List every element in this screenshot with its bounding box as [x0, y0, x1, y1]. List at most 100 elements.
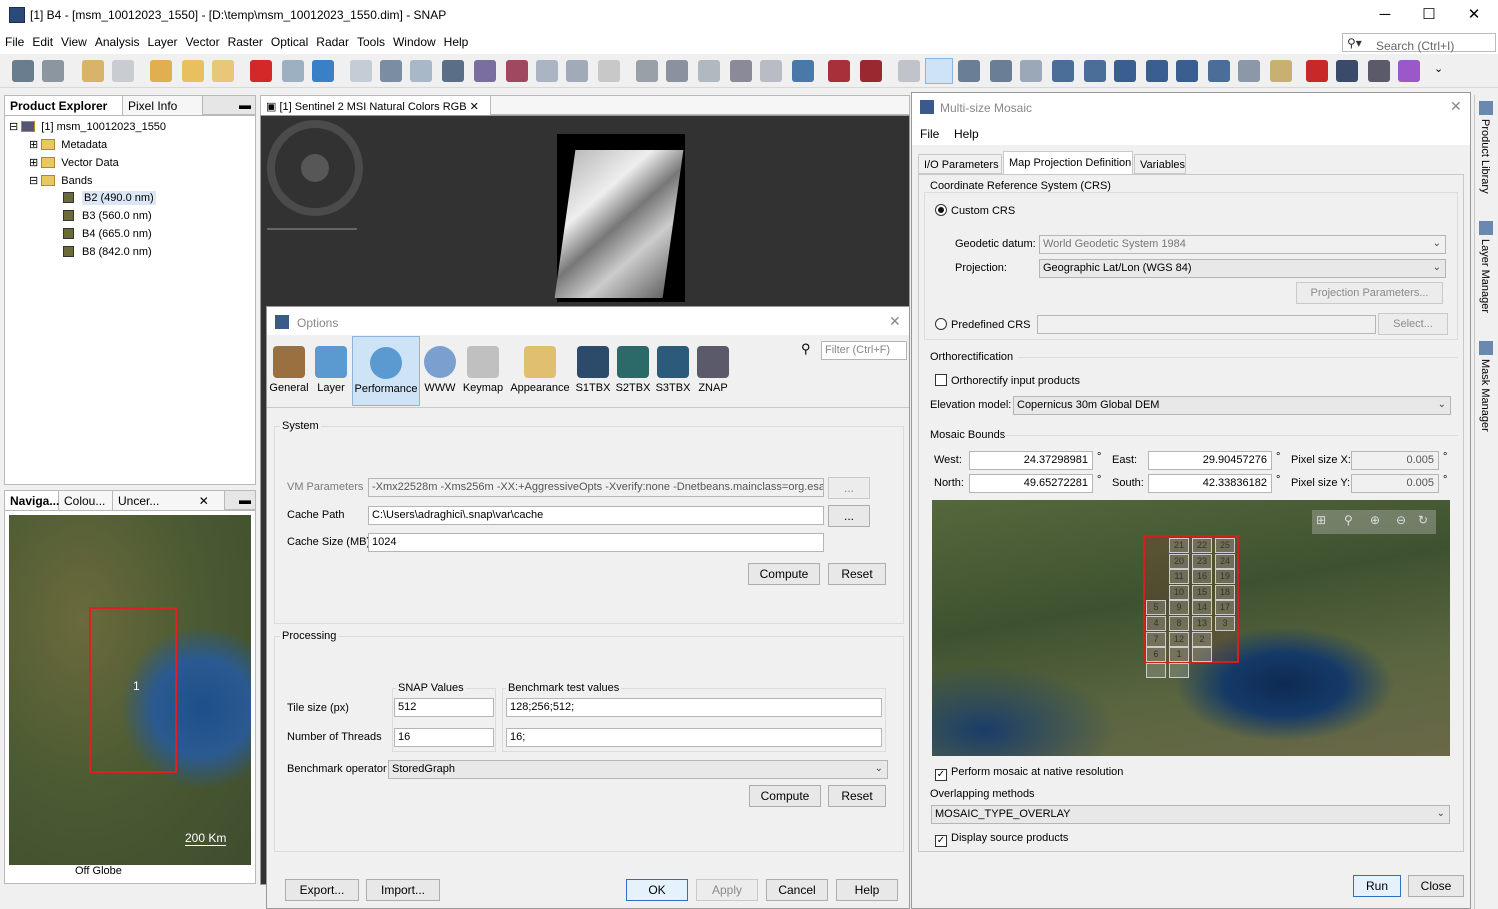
search-input[interactable]: ⚲▾ Search (Ctrl+I) [1342, 33, 1496, 53]
east-field[interactable]: 29.90457276 [1148, 451, 1272, 470]
tab-uncertainty[interactable]: Uncer... ✕ [113, 491, 225, 511]
category-s1tbx[interactable]: S1TBX [574, 336, 612, 406]
profile-icon[interactable] [536, 60, 558, 82]
tree-folder-vector-data[interactable]: ⊞ Vector Data [29, 156, 119, 169]
menu-view[interactable]: View [56, 32, 90, 49]
tile-size-field[interactable]: 512 [394, 698, 494, 717]
category-layer[interactable]: Layer [312, 336, 350, 406]
binary-icon[interactable] [1368, 60, 1390, 82]
crosshair-icon[interactable] [1336, 60, 1358, 82]
spectrum-icon[interactable] [410, 60, 432, 82]
tree-band-b8[interactable]: B8 (842.0 nm) [63, 246, 152, 258]
category-znap[interactable]: ZNAP [694, 336, 732, 406]
scatter-plot-icon[interactable] [566, 60, 588, 82]
tab-variables[interactable]: Variables [1134, 154, 1186, 174]
session-icon[interactable] [212, 60, 234, 82]
south-field[interactable]: 42.33836182 [1148, 474, 1272, 493]
sigma-icon[interactable] [598, 60, 620, 82]
tab-image-view[interactable]: ▣ [1] Sentinel 2 MSI Natural Colors RGB … [261, 96, 491, 116]
range-finder-icon[interactable] [1238, 60, 1260, 82]
tree-folder-bands[interactable]: ⊟ Bands [29, 174, 92, 187]
tab-product-library[interactable]: Product Library [1479, 119, 1491, 194]
cancel-button[interactable]: Cancel [766, 879, 828, 901]
zoom-all-icon[interactable]: ⊞ [1316, 513, 1326, 527]
category-s2tbx[interactable]: S2TBX [614, 336, 652, 406]
filter-input[interactable]: Filter (Ctrl+F) [821, 341, 907, 360]
clusters-icon[interactable] [1398, 60, 1420, 82]
edit-icon[interactable] [380, 60, 402, 82]
cache-browse-button[interactable]: ... [828, 505, 870, 527]
gcp-icon[interactable] [760, 60, 782, 82]
help-button[interactable]: Help [836, 879, 898, 901]
polygon-tool-icon[interactable] [1146, 60, 1168, 82]
threads-field[interactable]: 16 [394, 728, 494, 747]
west-field[interactable]: 24.37298981 [969, 451, 1093, 470]
tile-size-benchmark-field[interactable]: 128;256;512; [506, 698, 882, 717]
close-button[interactable]: ✕ [1451, 4, 1497, 26]
predefined-crs-radio[interactable]: Predefined CRS [935, 318, 1031, 331]
pin-placing-tool-icon[interactable] [990, 60, 1012, 82]
resample-icon[interactable] [282, 60, 304, 82]
menu-window[interactable]: Window [388, 32, 439, 49]
orthorectify-checkbox[interactable]: Orthorectify input products [935, 374, 1080, 387]
tree-band-b3[interactable]: B3 (560.0 nm) [63, 210, 152, 222]
category-performance[interactable]: Performance [352, 336, 420, 406]
vm-browse-button[interactable]: ... [828, 477, 870, 499]
menu-analysis[interactable]: Analysis [90, 32, 143, 49]
minimize-panel-icon[interactable]: ▬ [239, 98, 251, 112]
pan-tool-icon[interactable] [925, 58, 953, 84]
cache-size-field[interactable]: 1024 [368, 533, 824, 552]
menu-edit[interactable]: Edit [27, 32, 56, 49]
zoom-out-icon[interactable]: ⊖ [1396, 513, 1406, 527]
projection-select[interactable]: Geographic Lat/Lon (WGS 84) ⌄ [1039, 259, 1446, 278]
collocate-icon[interactable] [828, 60, 850, 82]
category-s3tbx[interactable]: S3TBX [654, 336, 692, 406]
run-button[interactable]: Run [1353, 875, 1401, 897]
export-button[interactable]: Export... [285, 879, 359, 901]
benchmark-operator-select[interactable]: StoredGraph ⌄ [388, 760, 888, 779]
placemark-icon[interactable] [666, 60, 688, 82]
elevation-model-select[interactable]: Copernicus 30m Global DEM ⌄ [1013, 396, 1451, 415]
tree-folder-metadata[interactable]: ⊞ Metadata [29, 138, 107, 151]
pan-icon[interactable]: ↻ [1418, 513, 1428, 527]
redo-icon[interactable] [112, 60, 134, 82]
graph-icon[interactable] [350, 60, 372, 82]
navigation-map[interactable]: 1 200 Km [9, 515, 251, 865]
select-tool-icon[interactable] [898, 60, 920, 82]
cache-path-field[interactable]: C:\Users\adraghici\.snap\var\cache [368, 506, 824, 525]
maximize-button[interactable]: ☐ [1406, 4, 1452, 26]
tree-root[interactable]: ⊟ [1] msm_10012023_1550 [9, 120, 166, 133]
export-icon[interactable] [182, 60, 204, 82]
processing-compute-button[interactable]: Compute [749, 785, 821, 807]
predefined-crs-field[interactable] [1037, 315, 1376, 334]
close-icon[interactable]: ✕ [199, 494, 209, 508]
tab-io-parameters[interactable]: I/O Parameters [918, 154, 1002, 174]
category-keymap[interactable]: Keymap [460, 336, 506, 406]
zoom-selection-icon[interactable]: ⚲ [1344, 513, 1353, 527]
close-icon[interactable]: ✕ [889, 313, 901, 330]
minimize-button[interactable]: ─ [1362, 4, 1408, 26]
native-resolution-checkbox[interactable]: ✓ Perform mosaic at native resolution [935, 766, 1123, 781]
pan-center[interactable] [301, 154, 329, 182]
display-source-checkbox[interactable]: ✓ Display source products [935, 832, 1068, 847]
pixel-size-y-field[interactable]: 0.005 [1351, 474, 1439, 493]
info-icon[interactable] [474, 60, 496, 82]
projection-parameters-button[interactable]: Projection Parameters... [1296, 282, 1443, 304]
band-maths-icon[interactable] [250, 60, 272, 82]
grid-icon[interactable] [698, 60, 720, 82]
system-reset-button[interactable]: Reset [828, 563, 886, 585]
ok-button[interactable]: OK [626, 879, 688, 901]
tab-pixel-info[interactable]: Pixel Info [123, 96, 203, 116]
magic-wand-icon[interactable] [1208, 60, 1230, 82]
category-general[interactable]: General [268, 336, 310, 406]
system-compute-button[interactable]: Compute [748, 563, 820, 585]
save-product-icon[interactable] [42, 60, 64, 82]
statistics-icon[interactable] [506, 60, 528, 82]
menu-help[interactable]: Help [439, 32, 472, 49]
vm-parameters-field[interactable]: -Xmx22528m -Xms256m -XX:+AggressiveOpts … [368, 478, 824, 497]
tab-product-explorer[interactable]: Product Explorer ✕ [5, 96, 123, 127]
threads-benchmark-field[interactable]: 16; [506, 728, 882, 747]
menu-optical[interactable]: Optical [266, 32, 311, 49]
histogram-icon[interactable] [442, 60, 464, 82]
pin-manager-icon[interactable] [636, 60, 658, 82]
